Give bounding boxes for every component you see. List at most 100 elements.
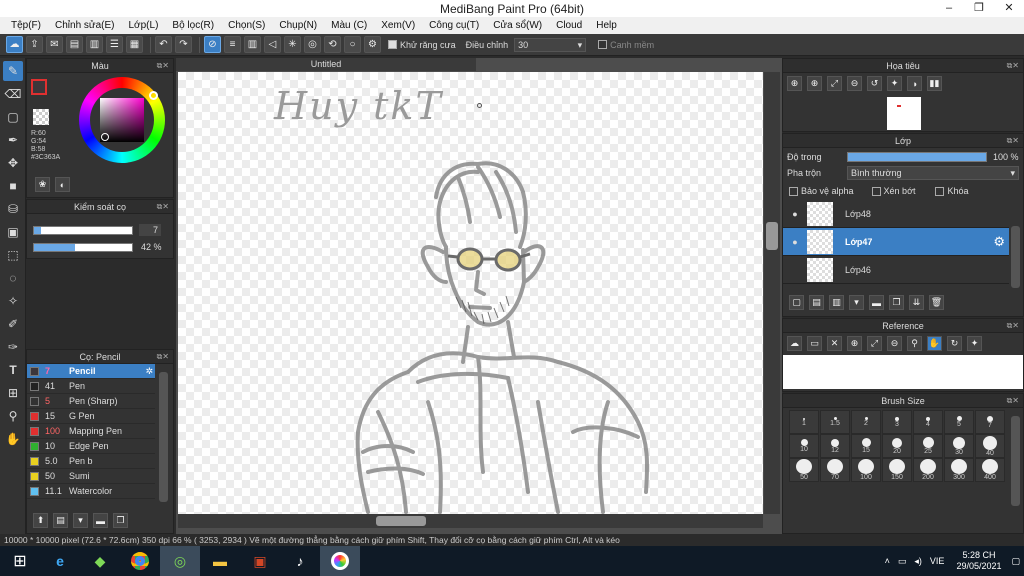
magic-wand-icon[interactable]: ✧ <box>3 291 23 311</box>
layer-row[interactable]: Lớp46 <box>783 256 1009 284</box>
fit-icon[interactable]: ⤢ <box>827 76 842 91</box>
parallel-snap-icon[interactable]: ≡ <box>224 36 241 53</box>
color-history-icon[interactable]: ◐ <box>55 177 70 192</box>
protect-alpha-checkbox[interactable] <box>789 186 798 196</box>
panel-popout-icon[interactable]: ⧉✕ <box>157 200 169 214</box>
transparent-swatch[interactable] <box>33 109 49 125</box>
new-halftone-layer-icon[interactable]: ▤ <box>809 295 824 310</box>
fit-icon[interactable]: ⤢ <box>867 336 882 351</box>
duplicate-layer-icon[interactable]: ❐ <box>889 295 904 310</box>
open-folder-icon[interactable]: ▭ <box>807 336 822 351</box>
menu-cloud[interactable]: Cloud <box>549 20 589 31</box>
vanishing-point-icon[interactable]: ◁ <box>264 36 281 53</box>
canvas-vertical-scrollbar[interactable] <box>764 72 780 514</box>
brush-item[interactable]: 11.1 Watercolor <box>27 484 155 499</box>
cross-snap-icon[interactable]: ▥ <box>244 36 261 53</box>
brush-list-scrollbar[interactable] <box>159 372 168 502</box>
folder-icon[interactable]: ▬ <box>93 513 108 528</box>
reference-view[interactable] <box>783 355 1023 389</box>
menu-help[interactable]: Help <box>589 20 624 31</box>
rectangle-tool-icon[interactable]: ▢ <box>3 107 23 127</box>
panel-popout-icon[interactable]: ⧉✕ <box>1007 59 1019 73</box>
chrome-icon[interactable] <box>120 546 160 576</box>
menu-file[interactable]: Tệp(F) <box>4 20 48 31</box>
move-tool-icon[interactable]: ✥ <box>3 153 23 173</box>
eye-icon[interactable]: ● <box>783 209 807 219</box>
brush-item[interactable]: 41 Pen <box>27 379 155 394</box>
panel-popout-icon[interactable]: ⧉✕ <box>1007 319 1019 333</box>
brush-size-preset[interactable]: 5 <box>944 410 974 434</box>
eraser-tool-icon[interactable]: ⌫ <box>3 84 23 104</box>
layer-type-icon[interactable]: ▾ <box>849 295 864 310</box>
folder-icon[interactable]: ▬ <box>869 295 884 310</box>
document-icon[interactable]: ▤ <box>66 36 83 53</box>
network-icon[interactable]: ▭ <box>898 556 907 567</box>
main-color-swatch[interactable] <box>31 79 47 95</box>
brush-size-value[interactable]: 7 <box>139 224 161 236</box>
brush-size-preset[interactable]: 7 <box>975 410 1005 434</box>
brush-size-preset[interactable]: 15 <box>851 434 881 458</box>
brush-size-preset[interactable]: 3 <box>882 410 912 434</box>
brush-size-slider[interactable] <box>33 225 133 235</box>
menu-window[interactable]: Cửa sổ(W) <box>486 20 549 31</box>
close-reference-icon[interactable]: ✕ <box>827 336 842 351</box>
brush-size-preset[interactable]: 200 <box>913 458 943 482</box>
snap-checkbox[interactable] <box>598 40 608 49</box>
concentric-snap-icon[interactable]: ◎ <box>304 36 321 53</box>
brush-item[interactable]: 50 Sumi <box>27 469 155 484</box>
menu-edit[interactable]: Chỉnh sửa(E) <box>48 20 122 31</box>
lasso-tool-icon[interactable]: ◌ <box>3 268 23 288</box>
zoom-in-icon[interactable]: ⊕ <box>847 336 862 351</box>
adjust-select[interactable]: 30 ▾ <box>514 37 587 52</box>
add-brush-icon[interactable]: ⬆ <box>33 513 48 528</box>
zoom-out-icon[interactable]: ⊖ <box>887 336 902 351</box>
undo-icon[interactable]: ↶ <box>155 36 172 53</box>
brush-size-preset[interactable]: 1 <box>789 410 819 434</box>
zoom-out-icon[interactable]: ⊖ <box>847 76 862 91</box>
notification-icon[interactable]: ▢ <box>1011 556 1020 567</box>
brush-item[interactable]: 100 Mapping Pen <box>27 424 155 439</box>
menu-tools[interactable]: Công cụ(T) <box>422 20 486 31</box>
fit-window-icon[interactable]: ✦ <box>887 76 902 91</box>
menu-select[interactable]: Chọn(S) <box>221 20 272 31</box>
rotate-left-icon[interactable]: ↺ <box>867 76 882 91</box>
panel-popout-icon[interactable]: ⧉✕ <box>157 350 169 364</box>
minimize-icon[interactable]: – <box>934 0 964 17</box>
zoom-in-icon[interactable]: ⊕ <box>787 76 802 91</box>
brush-tool-icon[interactable]: ✎ <box>3 61 23 81</box>
lock-checkbox[interactable] <box>935 186 945 196</box>
curve-snap-icon[interactable]: ⟲ <box>324 36 341 53</box>
internet-explorer-icon[interactable]: e <box>40 546 80 576</box>
cloud-upload-icon[interactable]: ☁ <box>787 336 802 351</box>
brush-size-preset[interactable]: 25 <box>913 434 943 458</box>
brush-size-preset[interactable]: 100 <box>851 458 881 482</box>
blend-mode-select[interactable]: Bình thường ▾ <box>847 166 1019 180</box>
select-eraser-icon[interactable]: ✑ <box>3 337 23 357</box>
grid-icon[interactable]: ▦ <box>126 36 143 53</box>
powerpoint-icon[interactable]: ▣ <box>240 546 280 576</box>
select-rect-icon[interactable]: ⬚ <box>3 245 23 265</box>
brush-item[interactable]: 15 G Pen <box>27 409 155 424</box>
layer-opacity-slider[interactable] <box>847 152 987 162</box>
text-tool-icon[interactable]: T <box>3 360 23 380</box>
hue-ring[interactable] <box>79 77 165 163</box>
brush-size-preset[interactable]: 400 <box>975 458 1005 482</box>
chevron-up-icon[interactable]: ˄ <box>885 556 890 566</box>
brush-item[interactable]: 5.0 Pen b <box>27 454 155 469</box>
brush-item[interactable]: 5 Pen (Sharp) <box>27 394 155 409</box>
select-pen-icon[interactable]: ✐ <box>3 314 23 334</box>
list-icon[interactable]: ☰ <box>106 36 123 53</box>
brush-size-preset[interactable]: 1.5 <box>820 410 850 434</box>
panel-popout-icon[interactable]: ⧉✕ <box>1007 394 1019 408</box>
panel-popout-icon[interactable]: ⧉✕ <box>1007 134 1019 148</box>
clock[interactable]: 5:28 CH 29/05/2021 <box>956 550 1001 572</box>
brush-size-preset[interactable]: 150 <box>882 458 912 482</box>
close-icon[interactable]: ✕ <box>994 0 1024 17</box>
redo-icon[interactable]: ↷ <box>175 36 192 53</box>
merge-layer-icon[interactable]: ⇊ <box>909 295 924 310</box>
brush-size-preset[interactable]: 40 <box>975 434 1005 458</box>
windows-start-icon[interactable]: ⊞ <box>0 546 40 576</box>
navigator-thumbnail[interactable] <box>887 97 921 130</box>
value-picker[interactable] <box>101 133 109 141</box>
brush-menu-icon[interactable]: ▤ <box>53 513 68 528</box>
